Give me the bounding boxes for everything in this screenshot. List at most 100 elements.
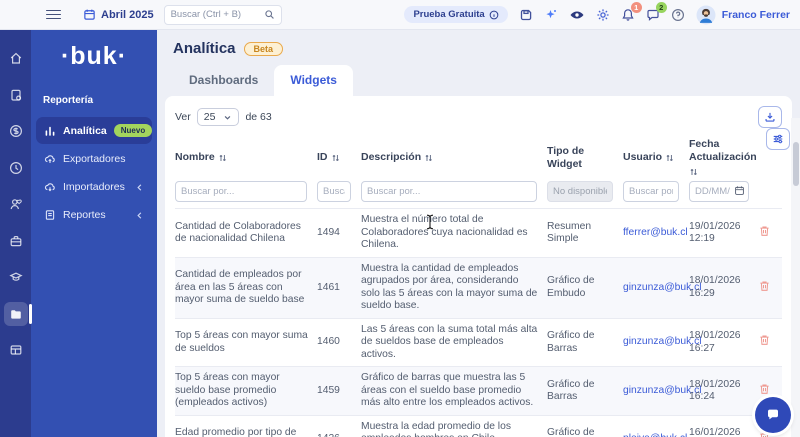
widget-type: Gráfico de Barras [547,330,595,354]
sort-icon [219,154,226,161]
menu-icon[interactable] [46,7,61,22]
column-header-nombre[interactable]: Nombre [175,151,317,164]
widget-description: Muestra la edad promedio de los empleado… [361,420,511,437]
nuevo-badge: Nuevo [113,124,153,137]
beta-badge: Beta [243,41,284,56]
buk-logo: ·buk· [60,42,128,70]
tasks-icon[interactable] [4,83,28,107]
sliders-icon [773,134,783,144]
reports-folder-icon[interactable] [3,301,32,326]
column-settings-button[interactable] [766,128,790,150]
filter-tipo-input [547,181,613,203]
widget-name: Top 5 áreas con mayor suma de sueldos [175,330,308,354]
help-icon[interactable] [671,8,685,22]
delete-icon[interactable] [759,225,770,237]
download-button[interactable] [758,106,782,128]
filter-descripcion-input[interactable] [361,181,537,203]
widget-type: Gráfico de Barras [547,427,595,437]
cloud-upload-icon [44,153,56,165]
report-document-icon [44,209,56,221]
talent-icon[interactable] [4,192,28,216]
tab-widgets[interactable]: Widgets [274,65,353,96]
save-icon[interactable] [519,8,533,22]
sidebar-item-exportadores[interactable]: Exportadores [36,146,152,172]
widget-type: Gráfico de Barras [547,378,595,403]
chevron-down-icon [225,115,231,120]
widget-description: Gráfico de barras que muestra las 5 área… [361,372,534,409]
global-search[interactable] [163,4,282,25]
widget-updated: 18/01/2026 16:27 [689,330,741,354]
pager-total-label: de 63 [245,111,272,123]
widget-user-link[interactable]: pleiva@buk.cl [623,433,689,437]
sort-icon [666,154,673,161]
messages-icon[interactable]: 2 [646,1,667,22]
scrollbar-thumb[interactable] [792,142,799,186]
benefits-icon[interactable] [4,229,28,253]
trial-badge[interactable]: Prueba Gratuita [404,6,508,23]
home-icon[interactable] [4,46,28,70]
delete-icon[interactable] [759,383,770,395]
table-row: Top 5 áreas con mayor suma de sueldos 14… [175,317,782,367]
page-size-select[interactable]: 25 [196,108,240,126]
period-label: Abril 2025 [101,8,154,21]
payroll-icon[interactable] [4,119,28,143]
column-header-usuario[interactable]: Usuario [623,151,689,164]
table-header: Nombre ID Descripción Tipo de Widget Usu… [175,136,782,181]
messages-count-badge: 2 [655,1,667,13]
sidebar-item-importadores[interactable]: Importadores [36,174,152,200]
page-title: Analítica [173,40,236,57]
column-header-descripcion[interactable]: Descripción [361,151,547,164]
sidebar-section-label: Reportería [43,95,94,106]
bar-chart-icon [44,125,56,137]
sidebar-item-label: Analítica [63,124,107,137]
delete-icon[interactable] [759,334,770,346]
widget-user-link[interactable]: ginzunza@buk.cl [623,282,702,295]
tab-dashboards[interactable]: Dashboards [173,65,274,96]
chat-fab-button[interactable] [755,397,791,433]
widget-name: Edad promedio por tipo de jornada de hom… [175,427,297,437]
widget-user-link[interactable]: fferrer@buk.cl [623,227,689,240]
widget-user-link[interactable]: ginzunza@buk.cl [623,385,702,398]
table-row: Cantidad de Colaboradores de nacionalida… [175,208,782,257]
sidebar-item-analitica[interactable]: Analítica Nuevo [36,117,153,144]
widget-updated: 19/01/2026 12:19 [689,220,741,245]
widget-description: Las 5 áreas con la suma total más alta d… [361,323,538,360]
main-content: Analítica Beta Dashboards Widgets Ver 25… [157,30,800,437]
filter-usuario-input[interactable] [623,181,679,203]
filter-id-input[interactable] [317,181,351,203]
filter-nombre-input[interactable] [175,181,307,203]
admin-icon[interactable] [4,338,28,362]
user-menu[interactable]: Franco Ferrer [696,5,790,25]
widget-id: 1494 [317,226,340,238]
widget-type: Resumen Simple [547,220,592,245]
sidebar-item-reportes[interactable]: Reportes [36,202,152,228]
eye-icon[interactable] [569,8,585,22]
info-icon [489,10,499,20]
delete-icon[interactable] [759,280,770,292]
time-icon[interactable] [4,156,28,180]
icon-rail [0,30,32,437]
column-header-fecha[interactable]: Fecha Actualización [689,138,759,177]
widget-user-link[interactable]: ginzunza@buk.cl [623,336,702,349]
page-size-value: 25 [203,111,216,123]
ai-sparkles-icon[interactable] [544,8,558,22]
sort-icon [332,154,339,161]
filter-fecha-input[interactable] [689,181,749,203]
notification-count-badge: 1 [630,1,642,13]
learning-icon[interactable] [4,265,28,289]
chevron-left-icon [135,211,144,220]
global-search-input[interactable] [170,9,260,20]
period-selector[interactable]: Abril 2025 [83,8,154,21]
sidebar-item-label: Reportes [63,209,106,221]
column-header-id[interactable]: ID [317,151,361,164]
search-icon [264,9,275,20]
widget-type: Gráfico de Embudo [547,275,595,299]
filter-row [175,181,782,208]
notifications-bell-icon[interactable]: 1 [621,1,642,22]
widget-id: 1460 [317,336,340,348]
cloud-download-icon [44,181,56,193]
scrollbar-track[interactable] [791,118,800,437]
avatar [696,5,716,25]
widget-updated: 18/01/2026 16:24 [689,378,741,403]
gear-icon[interactable] [596,8,610,22]
